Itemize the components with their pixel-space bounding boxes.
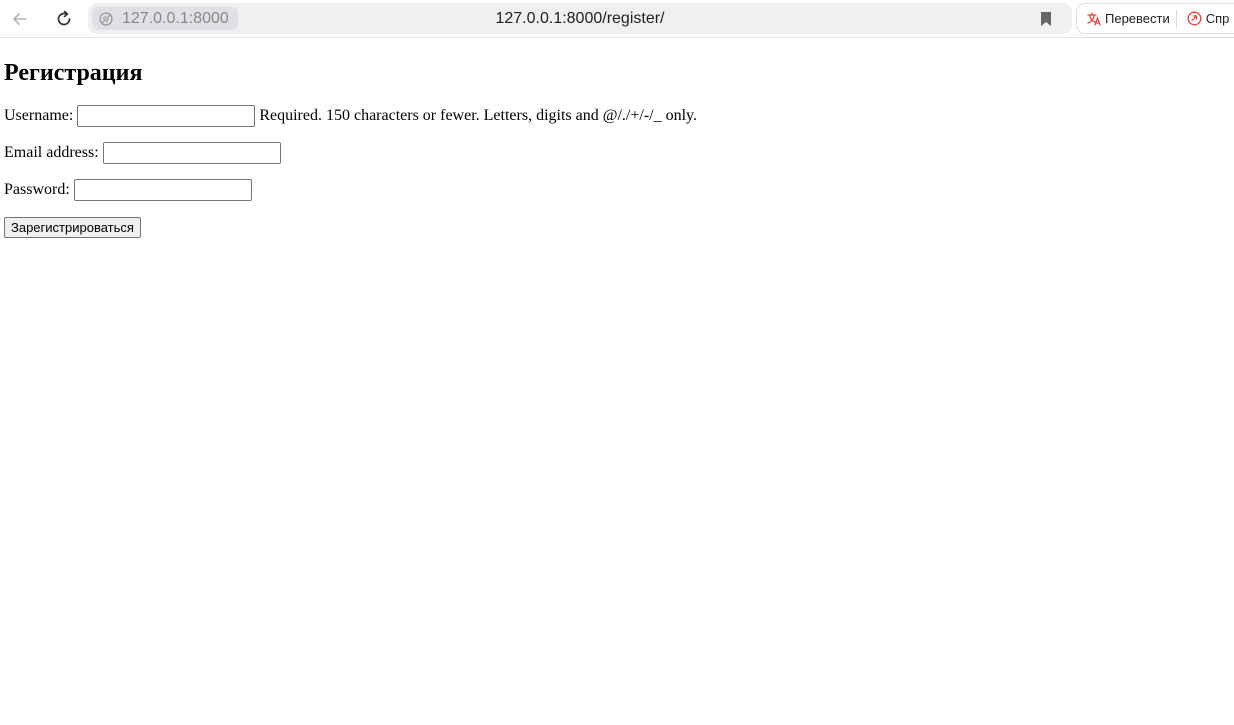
bookmark-icon xyxy=(1041,12,1051,26)
back-button[interactable] xyxy=(8,7,32,31)
reload-icon xyxy=(57,10,71,26)
email-input[interactable] xyxy=(102,142,281,164)
translate-label: Перевести xyxy=(1105,11,1170,26)
password-row: Password: xyxy=(4,179,252,201)
password-input[interactable] xyxy=(73,179,252,201)
translate-icon xyxy=(1087,11,1101,26)
browser-extensions: Перевести Спр xyxy=(1076,3,1234,34)
username-label: Username: xyxy=(4,107,74,124)
page-title: Регистрация xyxy=(4,60,143,86)
ask-button[interactable]: Спр xyxy=(1177,4,1234,33)
no-connection-icon xyxy=(98,11,114,27)
translate-button[interactable]: Перевести xyxy=(1077,4,1176,33)
back-arrow-icon xyxy=(13,13,27,25)
site-chip-text: 127.0.0.1:8000 xyxy=(122,9,229,27)
email-row: Email address: xyxy=(4,142,281,164)
ask-icon xyxy=(1187,11,1202,26)
ask-label: Спр xyxy=(1205,11,1230,26)
address-bar-url[interactable]: 127.0.0.1:8000/register/ xyxy=(495,10,664,28)
bookmark-button[interactable] xyxy=(1038,11,1054,27)
reload-button[interactable] xyxy=(52,7,76,31)
address-bar[interactable]: 127.0.0.1:8000 127.0.0.1:8000/register/ xyxy=(88,3,1072,34)
email-label: Email address: xyxy=(4,144,99,161)
submit-row: Зарегистрироваться xyxy=(4,217,141,238)
password-label: Password: xyxy=(4,181,70,198)
username-row: Username: Required. 150 characters or fe… xyxy=(4,105,697,127)
browser-toolbar: 127.0.0.1:8000 127.0.0.1:8000/register/ … xyxy=(0,0,1234,38)
register-button[interactable]: Зарегистрироваться xyxy=(4,217,141,238)
username-input[interactable] xyxy=(77,105,256,127)
username-help-text: Required. 150 characters or fewer. Lette… xyxy=(259,107,698,124)
site-info-chip[interactable]: 127.0.0.1:8000 xyxy=(92,7,238,30)
